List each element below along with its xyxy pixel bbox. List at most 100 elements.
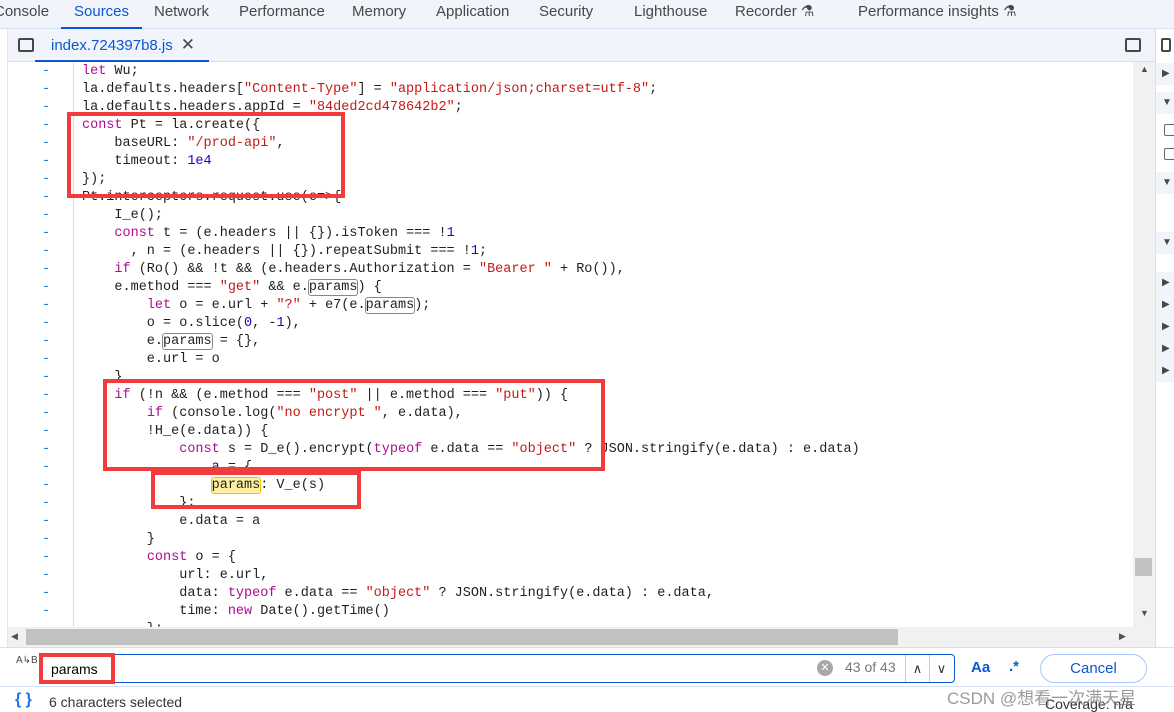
code-line[interactable]: - }; [8, 495, 1133, 513]
scroll-left-icon[interactable]: ◀ [11, 631, 18, 642]
code-line[interactable]: - I_e(); [8, 207, 1133, 225]
vertical-scrollbar[interactable]: ▲ ▼ [1133, 62, 1155, 627]
line-marker: - [42, 118, 51, 133]
code-text: const t = (e.headers || {}).isToken === … [114, 226, 455, 241]
toggle-navigator-icon[interactable] [18, 38, 34, 52]
tab-lighthouse[interactable]: Lighthouse [634, 0, 707, 29]
tab-network[interactable]: Network [154, 0, 209, 29]
code-text: , a = { [82, 460, 253, 475]
tab-recorder[interactable]: Recorder ⚗ [735, 0, 814, 29]
code-line[interactable]: - timeout: 1e4 [8, 153, 1133, 171]
tab-performance[interactable]: Performance [239, 0, 325, 29]
line-marker: - [42, 406, 51, 421]
match-case-button[interactable]: Aa [971, 659, 990, 676]
keyword-token: if [114, 262, 131, 277]
file-tab[interactable]: index.724397b8.js ✕ [35, 29, 210, 62]
code-line[interactable]: - } [8, 369, 1133, 387]
tab-console[interactable]: Console [0, 0, 49, 29]
code-line[interactable]: - params: V_e(s) [8, 477, 1133, 495]
code-line[interactable]: - time: new Date().getTime() [8, 603, 1133, 621]
tab-memory[interactable]: Memory [352, 0, 406, 29]
code-line[interactable]: - , a = { [8, 459, 1133, 477]
keyword-token: const [146, 550, 188, 565]
expand-icon[interactable]: ▶ [1156, 272, 1174, 294]
expand-icon[interactable]: ▶ [1156, 316, 1174, 338]
code-line[interactable]: - baseURL: "/prod-api", [8, 135, 1133, 153]
number-token: 1 [446, 226, 455, 241]
toggle-debugger-icon[interactable] [1125, 38, 1141, 52]
collapse-icon[interactable]: ▼ [1156, 92, 1174, 114]
checkbox[interactable] [1164, 148, 1174, 160]
pretty-print-icon[interactable]: { } [15, 691, 32, 709]
code-line[interactable]: - e.data = a [8, 513, 1133, 531]
tab-application[interactable]: Application [436, 0, 509, 29]
expand-icon[interactable]: ▶ [1156, 63, 1174, 85]
horizontal-scroll-thumb[interactable] [26, 629, 898, 645]
code-line[interactable]: - Pt.interceptors.request.use(e=>{ [8, 189, 1133, 207]
number-token: 1 [276, 316, 285, 331]
code-line[interactable]: - const Pt = la.create({ [8, 117, 1133, 135]
code-line[interactable]: - e.url = o [8, 351, 1133, 369]
line-marker: - [42, 136, 51, 151]
code-line[interactable]: - if (Ro() && !t && (e.headers.Authoriza… [8, 261, 1133, 279]
match-count: 43 of 43 [845, 659, 896, 675]
file-tab-bar: index.724397b8.js ✕ [8, 29, 1155, 62]
expand-icon[interactable]: ▶ [1156, 338, 1174, 360]
cancel-button[interactable]: Cancel [1040, 654, 1147, 683]
code-line[interactable]: - } [8, 531, 1133, 549]
vertical-scroll-thumb[interactable] [1135, 558, 1152, 576]
tab-sources[interactable]: Sources [61, 0, 143, 29]
code-line[interactable]: - e.params = {}, [8, 333, 1133, 351]
code-line[interactable]: - if (!n && (e.method === "post" || e.me… [8, 387, 1133, 405]
line-marker: - [42, 460, 51, 475]
search-bar: A↳B ✕ 43 of 43 ∧ ∨ Aa .* Cancel [0, 647, 1174, 687]
tab-performance[interactable]: Performance insights ⚗ [858, 0, 1017, 29]
scroll-up-icon[interactable]: ▲ [1140, 64, 1149, 74]
collapse-icon[interactable]: ▼ [1156, 232, 1174, 254]
string-token: "object" [511, 442, 577, 457]
regex-button[interactable]: .* [1009, 658, 1019, 675]
string-token: "Content-Type" [244, 82, 358, 97]
checkbox[interactable] [1164, 124, 1174, 136]
string-token: "post" [308, 388, 358, 403]
code-line[interactable]: - if (console.log("no encrypt ", e.data)… [8, 405, 1133, 423]
line-marker: - [42, 514, 51, 529]
code-line[interactable]: - !H_e(e.data)) { [8, 423, 1133, 441]
code-text: baseURL: "/prod-api", [82, 136, 285, 151]
code-line[interactable]: -}); [8, 171, 1133, 189]
horizontal-scrollbar[interactable]: ◀ ▶ [8, 627, 1155, 647]
scroll-right-icon[interactable]: ▶ [1119, 631, 1126, 642]
string-token: "Bearer " [478, 262, 552, 277]
tab-security[interactable]: Security [539, 0, 593, 29]
code-line[interactable]: - const o = { [8, 549, 1133, 567]
code-line[interactable]: - let o = e.url + "?" + e7(e.params); [8, 297, 1133, 315]
code-line[interactable]: - , n = (e.headers || {}).repeatSubmit =… [8, 243, 1133, 261]
next-match-button[interactable]: ∨ [929, 655, 953, 682]
code-line[interactable]: - la.defaults.headers["Content-Type"] = "… [8, 81, 1133, 99]
scroll-down-icon[interactable]: ▼ [1140, 608, 1149, 618]
code-line[interactable]: - la.defaults.headers.appId = "84ded2cd47… [8, 99, 1133, 117]
keyword-token: if [114, 388, 131, 403]
code-line[interactable]: - e.method === "get" && e.params) { [8, 279, 1133, 297]
code-editor[interactable]: - let Wu; - la.defaults.headers["Content-Ty… [8, 62, 1133, 627]
panel-icon[interactable] [1161, 38, 1171, 52]
code-line[interactable]: - url: e.url, [8, 567, 1133, 585]
code-text: const s = D_e().encrypt(typeof e.data ==… [179, 442, 860, 457]
code-line[interactable]: - const t = (e.headers || {}).isToken ==… [8, 225, 1133, 243]
expand-icon[interactable]: ▶ [1156, 360, 1174, 382]
line-marker: - [42, 532, 51, 547]
close-icon[interactable]: ✕ [181, 35, 195, 54]
expand-icon[interactable]: ▶ [1156, 294, 1174, 316]
clear-search-icon[interactable]: ✕ [817, 660, 833, 676]
code-line[interactable]: - let Wu; [8, 63, 1133, 81]
code-text: data: typeof e.data == "object" ? JSON.s… [82, 586, 714, 601]
collapse-icon[interactable]: ▼ [1156, 172, 1174, 194]
code-line[interactable]: - const s = D_e().encrypt(typeof e.data … [8, 441, 1133, 459]
code-text: e.method === "get" && e.params) { [82, 279, 382, 296]
code-line[interactable]: - o = o.slice(0, -1), [8, 315, 1133, 333]
search-match: params [162, 333, 213, 350]
code-line[interactable]: - data: typeof e.data == "object" ? JSON… [8, 585, 1133, 603]
replace-toggle-icon[interactable]: A↳B [16, 656, 38, 666]
line-marker: - [42, 82, 51, 97]
previous-match-button[interactable]: ∧ [905, 655, 929, 682]
